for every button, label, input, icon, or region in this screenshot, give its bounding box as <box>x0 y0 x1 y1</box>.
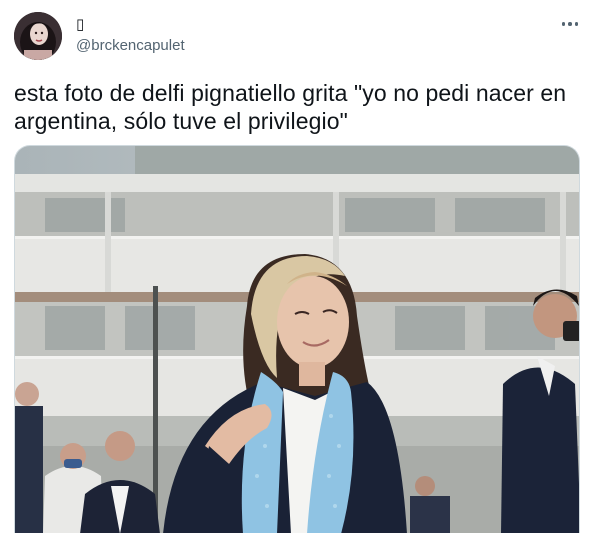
display-name[interactable]: ▯ <box>76 15 84 33</box>
tweet-card: ▯ @brckencapulet esta foto de delfi pign… <box>0 0 594 533</box>
more-options-icon[interactable] <box>558 14 582 34</box>
tweet-photo[interactable] <box>14 145 580 533</box>
tweet-text: esta foto de delfi pignatiello grita "yo… <box>14 80 567 134</box>
avatar[interactable] <box>14 12 62 60</box>
user-handle[interactable]: @brckencapulet <box>76 37 185 55</box>
